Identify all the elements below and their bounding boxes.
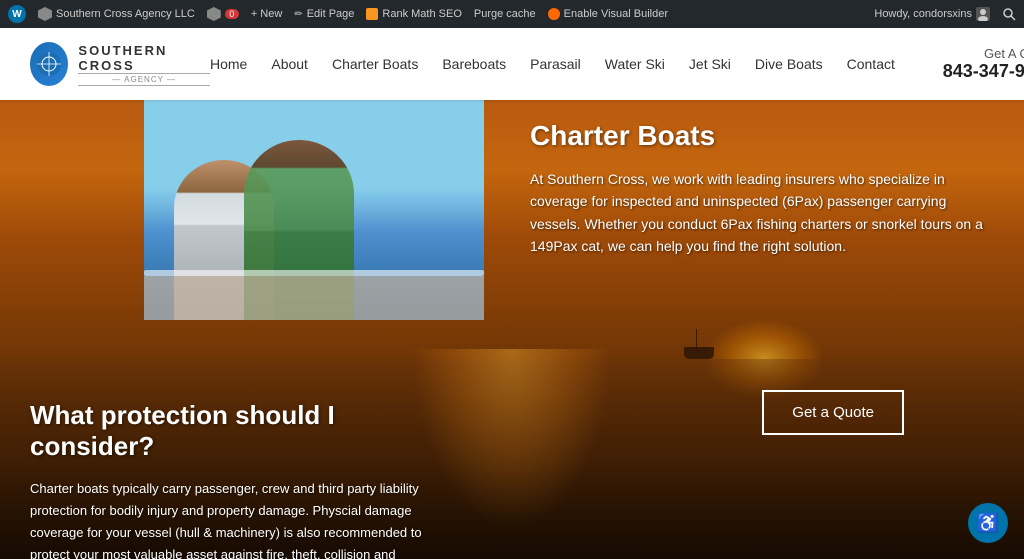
hero-section: Charter Boats At Southern Cross, we work… <box>0 100 1024 559</box>
logo-agency: — AGENCY — <box>78 73 210 86</box>
rank-math-label: Rank Math SEO <box>382 8 461 20</box>
protection-text: Charter boats typically carry passenger,… <box>30 478 430 559</box>
boat-photo <box>144 100 484 320</box>
get-quote-button[interactable]: Get a Quote <box>762 390 904 435</box>
rank-math-item[interactable]: Rank Math SEO <box>366 8 461 20</box>
admin-bar-right: Howdy, condorsxins <box>874 7 1016 21</box>
security-shield-icon <box>207 7 221 21</box>
quote-button-area: Get a Quote <box>762 390 904 435</box>
howdy-text: Howdy, condorsxins <box>874 8 972 20</box>
nav-parasail[interactable]: Parasail <box>530 56 581 72</box>
search-item[interactable] <box>1002 7 1016 21</box>
charter-title: Charter Boats <box>530 120 994 152</box>
search-icon <box>1002 7 1016 21</box>
nav-charter-boats[interactable]: Charter Boats <box>332 56 418 72</box>
purge-cache-item[interactable]: Purge cache <box>474 8 536 20</box>
header-quote-link[interactable]: Get A Quote <box>984 46 1024 61</box>
admin-bar: W Southern Cross Agency LLC 0 + New ✏ Ed… <box>0 0 1024 28</box>
phone-number: 843-347-9008 <box>943 61 1024 82</box>
new-label: + New <box>251 8 283 20</box>
visual-builder-label: Enable Visual Builder <box>564 8 668 20</box>
nav-dive-boats[interactable]: Dive Boats <box>755 56 823 72</box>
visual-builder-item[interactable]: Enable Visual Builder <box>548 8 668 20</box>
charter-description: At Southern Cross, we work with leading … <box>530 168 994 258</box>
nav-contact[interactable]: Contact <box>847 56 895 72</box>
logo-name: SOUTHERN CROSS <box>78 43 210 73</box>
edit-page-item[interactable]: ✏ Edit Page <box>294 8 354 20</box>
nav-water-ski[interactable]: Water Ski <box>605 56 665 72</box>
nav-home[interactable]: Home <box>210 56 247 72</box>
distant-boat <box>684 347 714 359</box>
wordpress-icon: W <box>8 5 26 23</box>
orange-dot-icon <box>548 8 560 20</box>
boat-deck <box>144 276 484 320</box>
accessibility-button[interactable]: ♿ <box>968 503 1008 543</box>
nav-about[interactable]: About <box>271 56 308 72</box>
logo-icon <box>35 50 63 78</box>
logo-area[interactable]: SOUTHERN CROSS — AGENCY — <box>30 42 210 86</box>
wp-logo-item[interactable]: W <box>8 5 26 23</box>
nav-bareboats[interactable]: Bareboats <box>442 56 506 72</box>
logo-text: SOUTHERN CROSS — AGENCY — <box>78 43 210 86</box>
protection-heading: What protection should I consider? <box>30 400 430 462</box>
hero-content: Charter Boats At Southern Cross, we work… <box>500 100 1024 278</box>
accessibility-icon: ♿ <box>977 513 999 534</box>
purge-cache-label: Purge cache <box>474 8 536 20</box>
photo-inner <box>144 100 484 320</box>
howdy-item[interactable]: Howdy, condorsxins <box>874 7 990 21</box>
rank-math-icon <box>366 8 378 20</box>
security-badge: 0 <box>225 9 239 19</box>
header-right: Get A Quote 843-347-9008 <box>895 46 1024 82</box>
user-avatar-icon <box>976 7 990 21</box>
site-name-label: Southern Cross Agency LLC <box>56 8 195 20</box>
edit-page-label: Edit Page <box>307 8 355 20</box>
security-item[interactable]: 0 <box>207 7 239 21</box>
shield-icon <box>38 7 52 21</box>
logo-circle <box>30 42 68 86</box>
nav-jet-ski[interactable]: Jet Ski <box>689 56 731 72</box>
main-nav: Home About Charter Boats Bareboats Paras… <box>210 56 895 72</box>
new-item[interactable]: + New <box>251 8 283 20</box>
site-header: SOUTHERN CROSS — AGENCY — Home About Cha… <box>0 28 1024 100</box>
site-name-item[interactable]: Southern Cross Agency LLC <box>38 7 195 21</box>
